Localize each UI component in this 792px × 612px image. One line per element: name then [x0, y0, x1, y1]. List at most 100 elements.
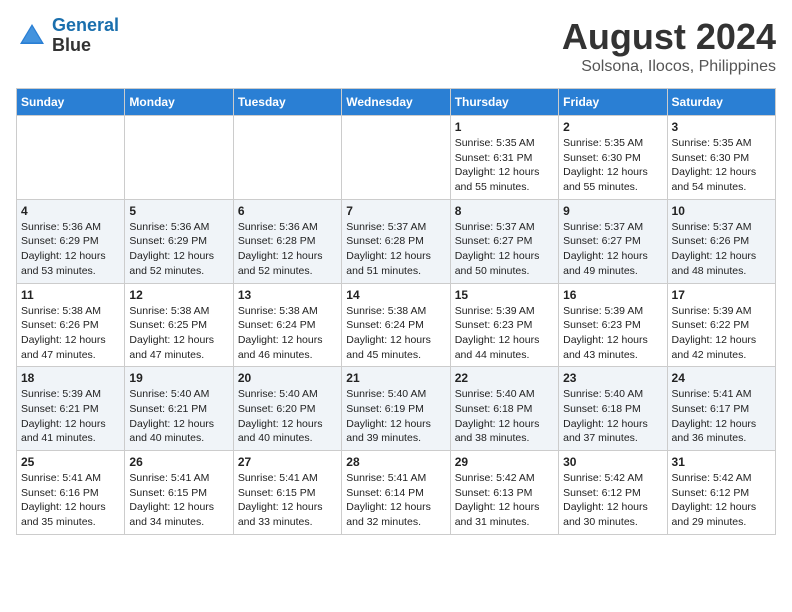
- calendar-cell: 14 Sunrise: 5:38 AM Sunset: 6:24 PM Dayli…: [342, 283, 450, 367]
- day-info: Sunrise: 5:40 AM Sunset: 6:18 PM Dayligh…: [563, 387, 662, 446]
- calendar-cell: 4 Sunrise: 5:36 AM Sunset: 6:29 PM Daylig…: [17, 199, 125, 283]
- day-info: Sunrise: 5:37 AM Sunset: 6:27 PM Dayligh…: [563, 220, 662, 279]
- day-info: Sunrise: 5:40 AM Sunset: 6:19 PM Dayligh…: [346, 387, 445, 446]
- day-number: 7: [346, 204, 445, 218]
- day-number: 19: [129, 371, 228, 385]
- column-header-sunday: Sunday: [17, 89, 125, 116]
- day-number: 24: [672, 371, 771, 385]
- calendar-cell: [233, 116, 341, 200]
- calendar-cell: 29Sunrise: 5:42 AM Sunset: 6:13 PM Dayli…: [450, 451, 558, 535]
- day-number: 12: [129, 288, 228, 302]
- calendar-cell: 1 Sunrise: 5:35 AM Sunset: 6:31 PM Daylig…: [450, 116, 558, 200]
- day-number: 28: [346, 455, 445, 469]
- logo: General Blue: [16, 16, 119, 56]
- day-info: Sunrise: 5:39 AM Sunset: 6:22 PM Dayligh…: [672, 304, 771, 363]
- calendar-cell: 11Sunrise: 5:38 AM Sunset: 6:26 PM Dayli…: [17, 283, 125, 367]
- calendar-cell: 9Sunrise: 5:37 AM Sunset: 6:27 PM Daylig…: [559, 199, 667, 283]
- logo-icon: [16, 20, 48, 52]
- day-info: Sunrise: 5:37 AM Sunset: 6:27 PM Dayligh…: [455, 220, 554, 279]
- calendar-cell: [342, 116, 450, 200]
- calendar-cell: 6Sunrise: 5:36 AM Sunset: 6:28 PM Daylig…: [233, 199, 341, 283]
- calendar-cell: 30 Sunrise: 5:42 AM Sunset: 6:12 PM Dayli…: [559, 451, 667, 535]
- day-number: 4: [21, 204, 120, 218]
- day-number: 23: [563, 371, 662, 385]
- day-number: 15: [455, 288, 554, 302]
- calendar-cell: 22 Sunrise: 5:40 AM Sunset: 6:18 PM Dayli…: [450, 367, 558, 451]
- calendar-cell: 8 Sunrise: 5:37 AM Sunset: 6:27 PM Daylig…: [450, 199, 558, 283]
- day-info: Sunrise: 5:35 AM Sunset: 6:30 PM Dayligh…: [672, 136, 771, 195]
- calendar-cell: 7Sunrise: 5:37 AM Sunset: 6:28 PM Daylig…: [342, 199, 450, 283]
- day-info: Sunrise: 5:41 AM Sunset: 6:14 PM Dayligh…: [346, 471, 445, 530]
- day-info: Sunrise: 5:38 AM Sunset: 6:25 PM Dayligh…: [129, 304, 228, 363]
- day-info: Sunrise: 5:36 AM Sunset: 6:29 PM Dayligh…: [21, 220, 120, 279]
- logo-text: General Blue: [52, 16, 119, 56]
- day-number: 16: [563, 288, 662, 302]
- calendar-cell: [17, 116, 125, 200]
- day-info: Sunrise: 5:37 AM Sunset: 6:26 PM Dayligh…: [672, 220, 771, 279]
- page-header: General Blue August 2024 Solsona, Ilocos…: [16, 16, 776, 76]
- calendar-cell: 5Sunrise: 5:36 AM Sunset: 6:29 PM Daylig…: [125, 199, 233, 283]
- day-info: Sunrise: 5:42 AM Sunset: 6:12 PM Dayligh…: [563, 471, 662, 530]
- day-number: 29: [455, 455, 554, 469]
- day-number: 26: [129, 455, 228, 469]
- calendar-week-row: 11Sunrise: 5:38 AM Sunset: 6:26 PM Dayli…: [17, 283, 776, 367]
- calendar-cell: 21 Sunrise: 5:40 AM Sunset: 6:19 PM Dayli…: [342, 367, 450, 451]
- day-info: Sunrise: 5:41 AM Sunset: 6:17 PM Dayligh…: [672, 387, 771, 446]
- day-info: Sunrise: 5:38 AM Sunset: 6:26 PM Dayligh…: [21, 304, 120, 363]
- day-number: 8: [455, 204, 554, 218]
- day-info: Sunrise: 5:41 AM Sunset: 6:15 PM Dayligh…: [129, 471, 228, 530]
- day-info: Sunrise: 5:40 AM Sunset: 6:18 PM Dayligh…: [455, 387, 554, 446]
- column-header-saturday: Saturday: [667, 89, 775, 116]
- day-info: Sunrise: 5:41 AM Sunset: 6:16 PM Dayligh…: [21, 471, 120, 530]
- calendar-cell: 24 Sunrise: 5:41 AM Sunset: 6:17 PM Dayli…: [667, 367, 775, 451]
- calendar-cell: 16 Sunrise: 5:39 AM Sunset: 6:23 PM Dayli…: [559, 283, 667, 367]
- day-info: Sunrise: 5:38 AM Sunset: 6:24 PM Dayligh…: [346, 304, 445, 363]
- day-info: Sunrise: 5:39 AM Sunset: 6:21 PM Dayligh…: [21, 387, 120, 446]
- page-title: August 2024: [562, 16, 776, 58]
- day-number: 6: [238, 204, 337, 218]
- day-number: 27: [238, 455, 337, 469]
- day-info: Sunrise: 5:40 AM Sunset: 6:21 PM Dayligh…: [129, 387, 228, 446]
- calendar-cell: 19 Sunrise: 5:40 AM Sunset: 6:21 PM Dayli…: [125, 367, 233, 451]
- day-number: 5: [129, 204, 228, 218]
- column-header-wednesday: Wednesday: [342, 89, 450, 116]
- calendar-cell: [125, 116, 233, 200]
- calendar-header-row: SundayMondayTuesdayWednesdayThursdayFrid…: [17, 89, 776, 116]
- day-number: 21: [346, 371, 445, 385]
- calendar-cell: 27 Sunrise: 5:41 AM Sunset: 6:15 PM Dayli…: [233, 451, 341, 535]
- day-number: 14: [346, 288, 445, 302]
- title-block: August 2024 Solsona, Ilocos, Philippines: [562, 16, 776, 76]
- day-info: Sunrise: 5:35 AM Sunset: 6:30 PM Dayligh…: [563, 136, 662, 195]
- column-header-thursday: Thursday: [450, 89, 558, 116]
- page-subtitle: Solsona, Ilocos, Philippines: [562, 58, 776, 76]
- day-info: Sunrise: 5:39 AM Sunset: 6:23 PM Dayligh…: [455, 304, 554, 363]
- day-number: 10: [672, 204, 771, 218]
- calendar-cell: 10 Sunrise: 5:37 AM Sunset: 6:26 PM Dayli…: [667, 199, 775, 283]
- calendar-cell: 20Sunrise: 5:40 AM Sunset: 6:20 PM Dayli…: [233, 367, 341, 451]
- day-info: Sunrise: 5:41 AM Sunset: 6:15 PM Dayligh…: [238, 471, 337, 530]
- calendar-cell: 25 Sunrise: 5:41 AM Sunset: 6:16 PM Dayli…: [17, 451, 125, 535]
- day-info: Sunrise: 5:39 AM Sunset: 6:23 PM Dayligh…: [563, 304, 662, 363]
- day-number: 2: [563, 120, 662, 134]
- day-info: Sunrise: 5:38 AM Sunset: 6:24 PM Dayligh…: [238, 304, 337, 363]
- calendar-week-row: 25 Sunrise: 5:41 AM Sunset: 6:16 PM Dayli…: [17, 451, 776, 535]
- calendar-week-row: 1 Sunrise: 5:35 AM Sunset: 6:31 PM Daylig…: [17, 116, 776, 200]
- column-header-tuesday: Tuesday: [233, 89, 341, 116]
- calendar-cell: 15 Sunrise: 5:39 AM Sunset: 6:23 PM Dayli…: [450, 283, 558, 367]
- day-number: 25: [21, 455, 120, 469]
- day-info: Sunrise: 5:35 AM Sunset: 6:31 PM Dayligh…: [455, 136, 554, 195]
- calendar-cell: 13 Sunrise: 5:38 AM Sunset: 6:24 PM Dayli…: [233, 283, 341, 367]
- day-number: 30: [563, 455, 662, 469]
- column-header-friday: Friday: [559, 89, 667, 116]
- calendar-cell: 23 Sunrise: 5:40 AM Sunset: 6:18 PM Dayli…: [559, 367, 667, 451]
- calendar-cell: 2 Sunrise: 5:35 AM Sunset: 6:30 PM Daylig…: [559, 116, 667, 200]
- day-number: 1: [455, 120, 554, 134]
- day-number: 22: [455, 371, 554, 385]
- calendar-cell: 18Sunrise: 5:39 AM Sunset: 6:21 PM Dayli…: [17, 367, 125, 451]
- calendar-week-row: 4 Sunrise: 5:36 AM Sunset: 6:29 PM Daylig…: [17, 199, 776, 283]
- calendar-week-row: 18Sunrise: 5:39 AM Sunset: 6:21 PM Dayli…: [17, 367, 776, 451]
- day-number: 13: [238, 288, 337, 302]
- day-number: 17: [672, 288, 771, 302]
- column-header-monday: Monday: [125, 89, 233, 116]
- calendar-cell: 3Sunrise: 5:35 AM Sunset: 6:30 PM Daylig…: [667, 116, 775, 200]
